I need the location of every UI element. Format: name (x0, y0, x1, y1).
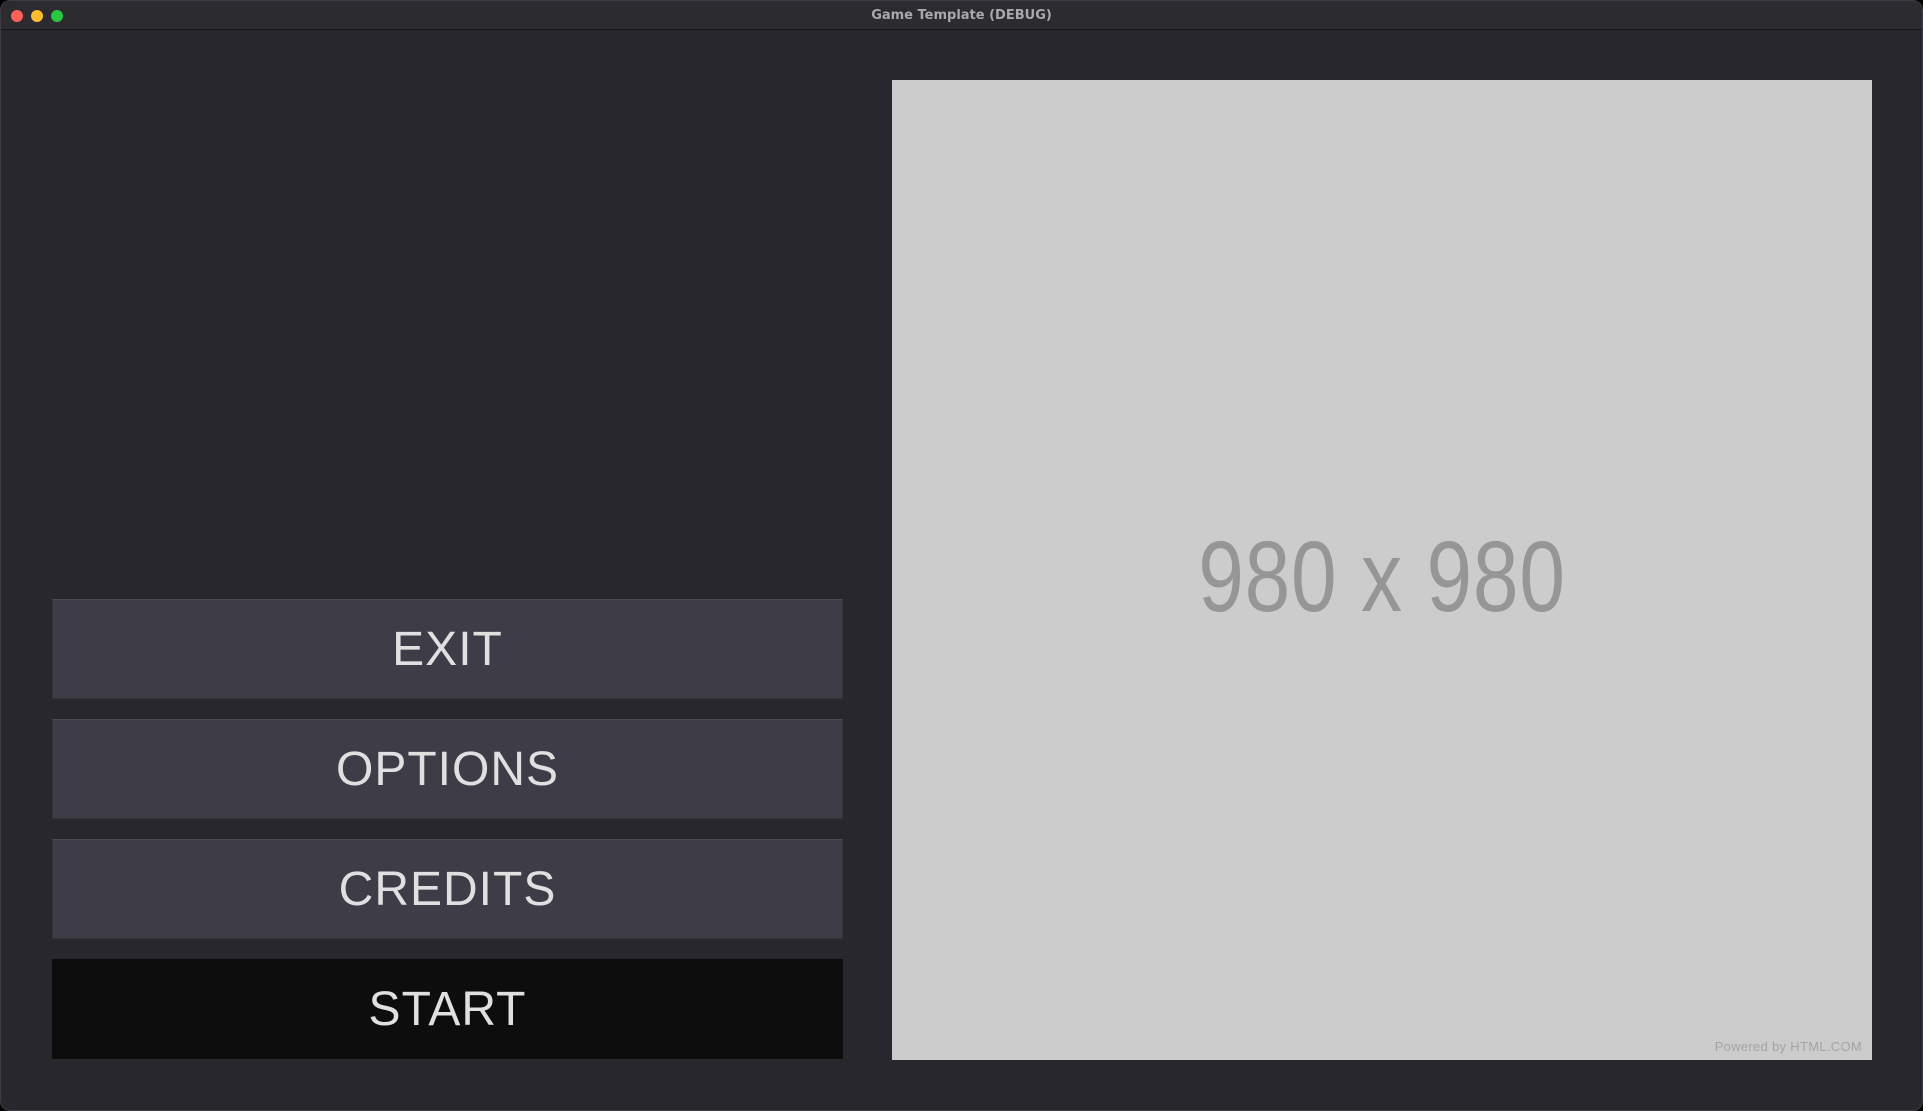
credits-button[interactable]: CREDITS (52, 839, 843, 939)
window-title: Game Template (DEBUG) (871, 8, 1052, 23)
start-button[interactable]: START (52, 959, 843, 1059)
options-button[interactable]: OPTIONS (52, 719, 843, 819)
placeholder-dimensions-text: 980 x 980 (1198, 521, 1566, 633)
game-window: Game Template (DEBUG) EXIT OPTIONS CREDI… (0, 0, 1923, 1111)
placeholder-credit: Powered by HTML.COM (1714, 1039, 1862, 1054)
placeholder-image: 980 x 980 Powered by HTML.COM (892, 80, 1872, 1060)
exit-button[interactable]: EXIT (52, 599, 843, 699)
title-bar[interactable]: Game Template (DEBUG) (1, 1, 1922, 30)
